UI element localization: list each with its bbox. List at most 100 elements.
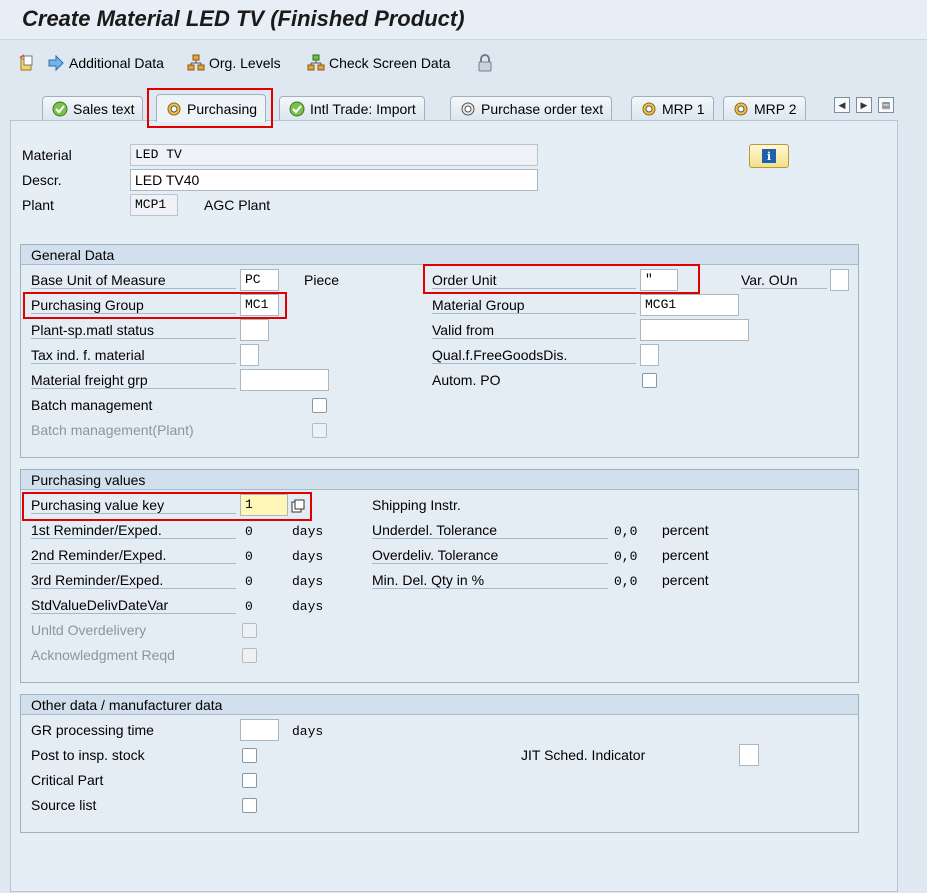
tax-ind-input[interactable] bbox=[240, 344, 259, 366]
descr-label: Descr. bbox=[22, 172, 62, 188]
reminder3-value: 0 bbox=[245, 574, 253, 589]
reminder1-unit: days bbox=[292, 524, 324, 539]
tab-label: Purchase order text bbox=[481, 100, 604, 117]
tab-label: MRP 2 bbox=[754, 100, 797, 117]
overdeliv-value: 0,0 bbox=[614, 549, 638, 564]
ack-reqd-checkbox bbox=[242, 648, 257, 663]
tab-scroll-left-icon[interactable]: ◀ bbox=[834, 97, 850, 113]
highlight-order-unit bbox=[423, 264, 700, 294]
std-value-label: StdValueDelivDateVar bbox=[31, 597, 236, 614]
var-oun-input[interactable] bbox=[830, 269, 849, 291]
checkmark-icon bbox=[289, 101, 305, 116]
underdel-label: Underdel. Tolerance bbox=[372, 522, 608, 539]
reminder1-label: 1st Reminder/Exped. bbox=[31, 522, 236, 539]
highlight-purchasing-tab bbox=[147, 88, 273, 128]
check-screen-data-label: Check Screen Data bbox=[329, 55, 451, 71]
plant-status-input[interactable] bbox=[240, 319, 269, 341]
tab-intl-trade-import[interactable]: Intl Trade: Import bbox=[279, 96, 425, 120]
tab-label: MRP 1 bbox=[662, 100, 705, 117]
plant-field: MCP1 bbox=[130, 194, 178, 216]
reminder1-value: 0 bbox=[245, 524, 253, 539]
info-button[interactable]: i bbox=[749, 144, 789, 168]
min-del-unit: percent bbox=[662, 572, 709, 588]
gr-time-label: GR processing time bbox=[31, 722, 154, 738]
reminder2-label: 2nd Reminder/Exped. bbox=[31, 547, 236, 564]
std-value-unit: days bbox=[292, 599, 324, 614]
description-input[interactable]: LED TV40 bbox=[130, 169, 538, 191]
group-title: General Data bbox=[21, 245, 858, 265]
base-uom-label: Base Unit of Measure bbox=[31, 272, 236, 289]
additional-data-label: Additional Data bbox=[69, 55, 164, 71]
gr-time-unit: days bbox=[292, 724, 324, 739]
tab-label: Sales text bbox=[73, 100, 135, 117]
underdel-value: 0,0 bbox=[614, 524, 638, 539]
std-value-value: 0 bbox=[245, 599, 253, 614]
base-uom-text: Piece bbox=[304, 272, 340, 288]
plant-label: Plant bbox=[22, 197, 54, 213]
tab-purchase-order-text[interactable]: Purchase order text bbox=[450, 96, 613, 120]
batch-mgmt-plant-label: Batch management(Plant) bbox=[31, 422, 194, 438]
gear-icon bbox=[734, 102, 748, 115]
create-icon[interactable] bbox=[18, 52, 36, 74]
highlight-purchasing-group bbox=[23, 292, 287, 319]
org-levels-button[interactable]: Org. Levels bbox=[187, 52, 281, 74]
jit-label: JIT Sched. Indicator bbox=[521, 747, 646, 763]
material-field: LED TV bbox=[130, 144, 538, 166]
source-list-checkbox[interactable] bbox=[242, 798, 257, 813]
unltd-overdelivery-label: Unltd Overdelivery bbox=[31, 622, 147, 638]
qual-free-goods-input[interactable] bbox=[640, 344, 659, 366]
post-insp-checkbox[interactable] bbox=[242, 748, 257, 763]
tab-sales-text[interactable]: Sales text bbox=[42, 96, 144, 120]
freight-grp-input[interactable] bbox=[240, 369, 329, 391]
critical-part-label: Critical Part bbox=[31, 772, 104, 788]
gear-icon bbox=[642, 102, 656, 115]
reminder3-label: 3rd Reminder/Exped. bbox=[31, 572, 236, 589]
base-uom-input[interactable]: PC bbox=[240, 269, 279, 291]
critical-part-checkbox[interactable] bbox=[242, 773, 257, 788]
tab-list-icon[interactable]: ▤ bbox=[878, 97, 894, 113]
overdeliv-unit: percent bbox=[662, 547, 709, 563]
reminder3-unit: days bbox=[292, 574, 324, 589]
gr-time-input[interactable] bbox=[240, 719, 279, 741]
plant-status-label: Plant-sp.matl status bbox=[31, 322, 236, 339]
org-levels-label: Org. Levels bbox=[209, 55, 281, 71]
material-group-label: Material Group bbox=[432, 297, 636, 314]
tab-mrp-2[interactable]: MRP 2 bbox=[723, 96, 806, 120]
check-screen-data-button[interactable]: Check Screen Data bbox=[307, 52, 450, 74]
additional-data-button[interactable]: Additional Data bbox=[47, 52, 164, 74]
plant-name: AGC Plant bbox=[204, 197, 271, 213]
jit-input[interactable] bbox=[739, 744, 759, 766]
info-icon: i bbox=[762, 149, 776, 163]
other-data-group: Other data / manufacturer data bbox=[20, 694, 859, 833]
reminder2-value: 0 bbox=[245, 549, 253, 564]
page-title: Create Material LED TV (Finished Product… bbox=[22, 6, 465, 31]
tab-mrp-1[interactable]: MRP 1 bbox=[631, 96, 714, 120]
arrow-right-icon bbox=[48, 54, 64, 72]
min-del-value: 0,0 bbox=[614, 574, 638, 589]
post-insp-label: Post to insp. stock bbox=[31, 747, 145, 763]
freight-grp-label: Material freight grp bbox=[31, 372, 236, 389]
gear-icon bbox=[461, 102, 475, 115]
source-list-label: Source list bbox=[31, 797, 97, 813]
batch-mgmt-plant-checkbox bbox=[312, 423, 327, 438]
group-title: Other data / manufacturer data bbox=[21, 695, 858, 715]
material-group-input[interactable]: MCG1 bbox=[640, 294, 739, 316]
autom-po-checkbox[interactable] bbox=[642, 373, 657, 388]
batch-mgmt-checkbox[interactable] bbox=[312, 398, 327, 413]
highlight-value-key bbox=[22, 492, 312, 521]
batch-mgmt-label: Batch management bbox=[31, 397, 153, 413]
tax-ind-label: Tax ind. f. material bbox=[31, 347, 236, 364]
reminder2-unit: days bbox=[292, 549, 324, 564]
material-label: Material bbox=[22, 147, 72, 163]
tab-scroll-right-icon[interactable]: ▶ bbox=[856, 97, 872, 113]
shipping-instr-label: Shipping Instr. bbox=[372, 497, 461, 513]
underdel-unit: percent bbox=[662, 522, 709, 538]
unltd-overdelivery-checkbox bbox=[242, 623, 257, 638]
tab-label: Intl Trade: Import bbox=[310, 100, 416, 117]
valid-from-input[interactable] bbox=[640, 319, 749, 341]
org-structure-icon bbox=[187, 54, 205, 71]
min-del-label: Min. Del. Qty in % bbox=[372, 572, 608, 589]
overdeliv-label: Overdeliv. Tolerance bbox=[372, 547, 608, 564]
group-title: Purchasing values bbox=[21, 470, 858, 490]
lock-icon[interactable] bbox=[476, 52, 494, 74]
